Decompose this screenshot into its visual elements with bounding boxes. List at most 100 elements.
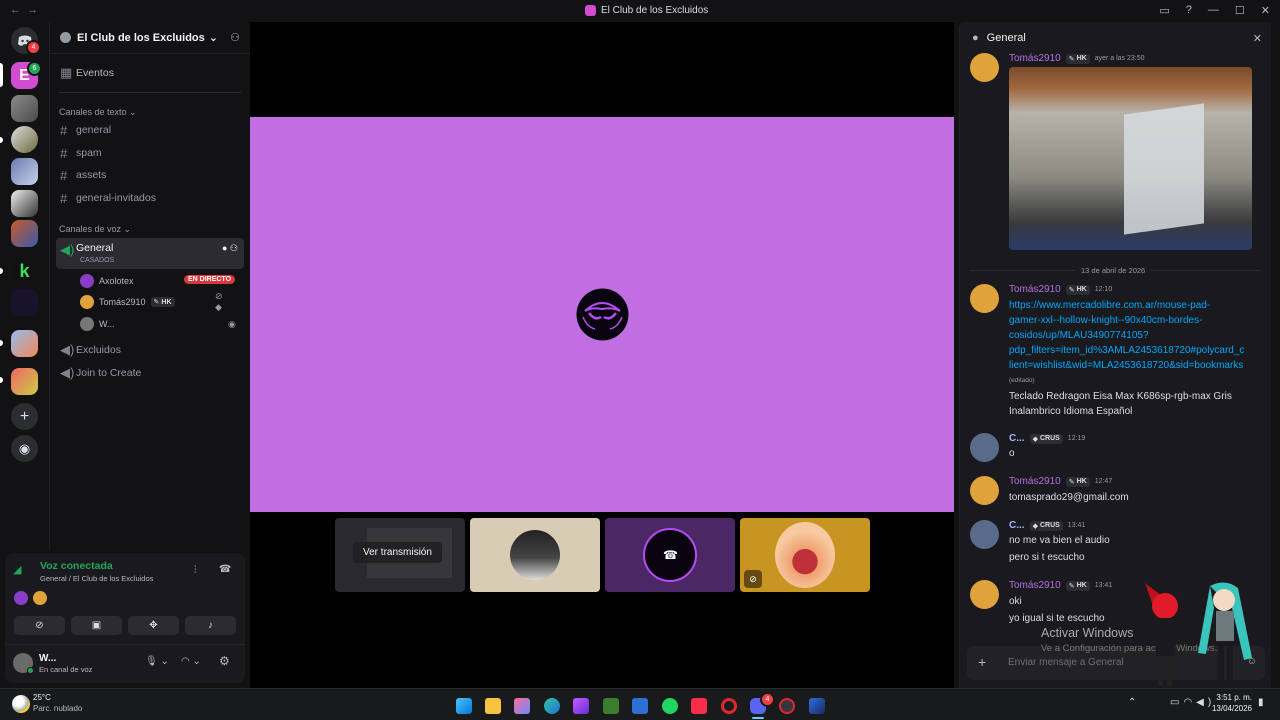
server-avatar-5-icon[interactable] [11, 289, 38, 316]
add-server-icon[interactable]: + [11, 403, 38, 430]
avatar[interactable] [970, 476, 999, 505]
participant-tile-tomas[interactable]: ⊘ [740, 518, 870, 592]
chat-bubble-icon[interactable]: ● ⚇ [222, 243, 238, 254]
message-input-placeholder[interactable]: Enviar mensaje a General [1008, 657, 1124, 668]
activity-avatar [33, 591, 47, 605]
start-icon[interactable] [456, 698, 472, 714]
notifications-icon[interactable]: ▮ [1258, 697, 1264, 708]
username[interactable]: Tomás2910 [1009, 580, 1061, 591]
username[interactable]: Tomás2910 [1009, 284, 1061, 295]
link-line[interactable]: pdp_filters=item_id%3AMLA2453618720#poly… [1009, 343, 1244, 358]
events-item[interactable]: ▦ Eventos [56, 63, 244, 83]
link-line[interactable]: lient=wishlist&wid=MLA2453618720&sid=boo… [1009, 358, 1243, 373]
music-icon[interactable] [691, 698, 707, 714]
explore-icon[interactable]: ◉ [11, 435, 38, 462]
signal-icon[interactable]: ◢ [13, 563, 33, 583]
spotify-icon[interactable] [662, 698, 678, 714]
forward-arrow-icon[interactable]: → [27, 4, 44, 16]
nav-arrows[interactable]: ←→ [10, 4, 44, 16]
add-attachment-icon[interactable]: + [978, 654, 986, 670]
speaker-icon: ◀) [60, 242, 75, 257]
avatar[interactable] [970, 284, 999, 313]
minecraft-icon[interactable] [603, 698, 619, 714]
help-icon[interactable]: ? [1186, 4, 1192, 17]
username[interactable]: Tomás2910 [1009, 476, 1061, 487]
username[interactable]: C... [1009, 520, 1025, 531]
server-avatar-3-icon[interactable] [11, 158, 38, 185]
server-avatar-1-icon[interactable] [11, 95, 38, 122]
server-folder-3-icon[interactable] [11, 368, 38, 395]
muted-icon: ⊘ ◆ [215, 291, 223, 312]
activities-button[interactable]: ✥ [128, 616, 179, 635]
tray-chevron-icon[interactable]: ⌃ [1128, 697, 1136, 708]
settings-gear-icon[interactable]: ⚙ [219, 654, 230, 668]
avatar[interactable] [970, 580, 999, 609]
link-line[interactable]: gamer-xxl--hollow-knight--90x40cm-bordes… [1009, 313, 1202, 328]
back-arrow-icon[interactable]: ← [10, 4, 27, 16]
clan-tag: ✎ HK [1065, 284, 1090, 295]
inbox-icon[interactable]: ▭ [1159, 4, 1169, 17]
opera-icon[interactable] [721, 698, 737, 714]
server-k-icon[interactable]: k [11, 258, 38, 285]
channel-spam[interactable]: # spam [56, 143, 244, 163]
disconnect-icon[interactable]: ☎ [219, 564, 231, 575]
app-icon [585, 5, 596, 16]
voice-channel-general[interactable]: ◀) General CASADOS ● ⚇ [56, 238, 244, 269]
share-screen-button[interactable]: ▣ [71, 616, 122, 635]
channel-general[interactable]: # general [56, 120, 244, 140]
voice-channel-join-to-create[interactable]: ◀) Join to Create [56, 363, 244, 383]
link-line[interactable]: https://www.mercadolibre.com.ar/mouse-pa… [1009, 298, 1210, 313]
server-folder-1-icon[interactable] [11, 220, 38, 247]
server-folder-2-icon[interactable] [11, 330, 38, 357]
clock-date[interactable]: 13/04/2026 [1202, 704, 1252, 713]
username[interactable]: C... [1009, 433, 1025, 444]
channel-assets[interactable]: # assets [56, 165, 244, 185]
avatar[interactable] [970, 520, 999, 549]
clock-time[interactable]: 3:51 p. m. [1210, 693, 1252, 702]
voice-status: Voz conectada [40, 560, 113, 572]
participant-tile-axolotex[interactable]: ☎ [605, 518, 735, 592]
headphones-icon[interactable]: ◠ ⌄ [181, 656, 201, 667]
maximize-icon[interactable]: ☐ [1235, 4, 1245, 17]
voice-user-w[interactable]: W... ◉ [80, 317, 236, 331]
avatar[interactable] [970, 53, 999, 82]
voice-user-axolotex[interactable]: Axolotex EN DIRECTO [80, 274, 236, 288]
weather-temp[interactable]: 25°C [33, 693, 51, 702]
weather-icon[interactable] [12, 695, 30, 713]
file-explorer-icon[interactable] [485, 698, 501, 714]
obs-icon[interactable] [779, 698, 795, 714]
copilot-icon[interactable] [514, 698, 530, 714]
link-line[interactable]: cosidos/up/MLAU3490774105? [1009, 328, 1149, 343]
app-icon[interactable] [809, 698, 825, 714]
edge-icon[interactable] [544, 698, 560, 714]
stream-tile-preview[interactable]: Ver transmisión [335, 518, 465, 592]
server-avatar-4-icon[interactable] [11, 190, 38, 217]
voice-channel-excluidos[interactable]: ◀) Excluidos [56, 340, 244, 360]
camera-off-button[interactable]: ⊘ [14, 616, 65, 635]
channel-general-invitados[interactable]: # general-invitados [56, 188, 244, 208]
server-avatar-2-icon[interactable] [11, 126, 38, 153]
invite-icon[interactable]: ⚇ [230, 31, 240, 44]
focused-stream[interactable] [250, 117, 954, 512]
soundboard-button[interactable]: ♪ [185, 616, 236, 635]
text-category[interactable]: Canales de texto ⌄ [59, 107, 137, 118]
image-attachment[interactable] [1009, 67, 1252, 250]
participant-tile-w[interactable] [470, 518, 600, 592]
chevron-down-icon: ⌄ [208, 32, 218, 44]
close-icon[interactable]: ✕ [1253, 32, 1262, 45]
store-icon[interactable] [632, 698, 648, 714]
voice-location[interactable]: General / El Club de los Excluidos [40, 574, 153, 583]
microphone-icon[interactable]: 🎙︎ ⌄ [145, 656, 169, 667]
minimize-icon[interactable]: — [1208, 4, 1219, 17]
noise-suppression-icon[interactable]: ⫶ [194, 565, 197, 576]
voice-category[interactable]: Canales de voz ⌄ [59, 224, 131, 235]
watch-stream-button[interactable]: Ver transmisión [353, 542, 442, 563]
close-window-icon[interactable]: ✕ [1261, 4, 1270, 17]
avatar[interactable] [970, 433, 999, 462]
weather-desc[interactable]: Parc. nublado [33, 704, 82, 713]
visual-studio-icon[interactable] [573, 698, 589, 714]
channel-sidebar: El Club de los Excluidos ⌄ ⚇ ▦ Eventos Ca… [49, 22, 250, 550]
voice-user-tomas[interactable]: Tomás2910 ✎ HK ⊘ ◆ [80, 291, 223, 312]
username[interactable]: Tomás2910 [1009, 53, 1061, 64]
guild-header[interactable]: El Club de los Excluidos ⌄ ⚇ [50, 22, 250, 54]
